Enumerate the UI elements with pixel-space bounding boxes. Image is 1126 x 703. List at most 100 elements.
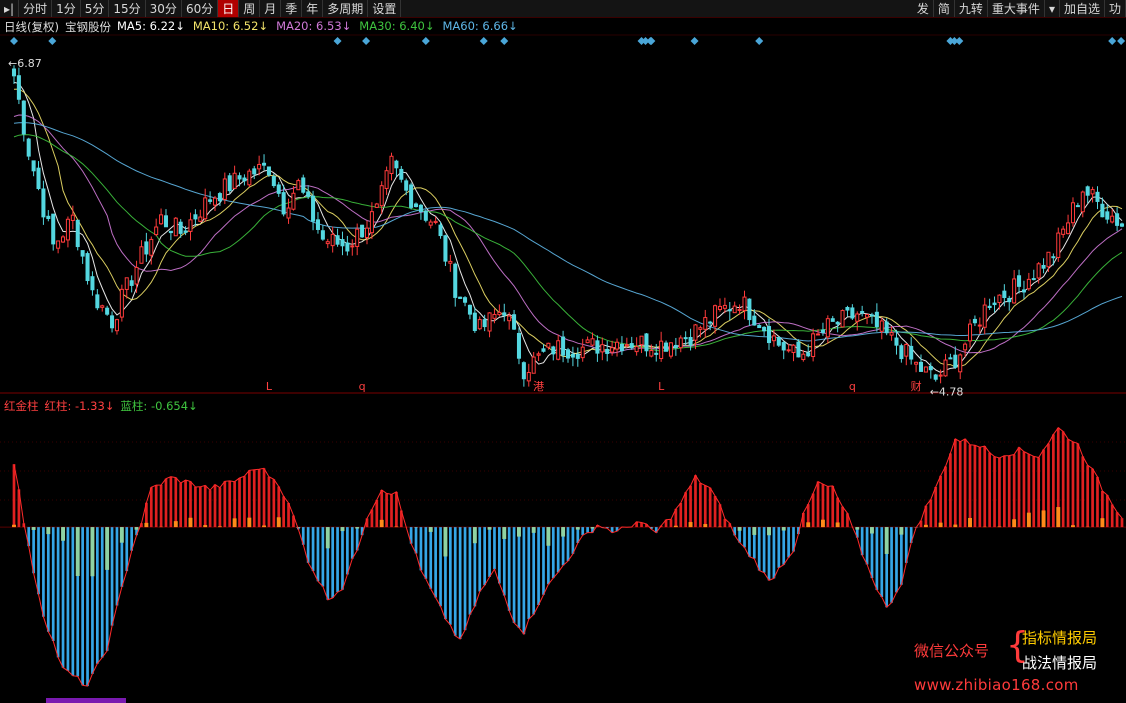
candle-body — [820, 329, 825, 334]
candle-body — [129, 280, 134, 286]
candle-body — [448, 260, 453, 264]
candle-body — [845, 306, 850, 311]
candle-body — [556, 340, 561, 360]
candle-body — [252, 168, 257, 175]
candle-body — [70, 214, 75, 221]
candle-body — [178, 221, 183, 234]
candle-body — [776, 336, 781, 346]
ma-line-30 — [13, 134, 1123, 352]
candle-body — [291, 192, 296, 210]
candle-body — [644, 333, 649, 352]
candle-body — [796, 341, 801, 358]
candle-body — [1095, 191, 1100, 202]
low-price-label: ←4.78 — [930, 385, 964, 398]
event-marker-2: 港 — [533, 380, 544, 393]
candle-body — [811, 333, 816, 358]
candle-body — [982, 304, 987, 328]
candle-body — [585, 339, 590, 344]
candle-body — [80, 250, 85, 257]
candle-body — [1012, 278, 1017, 304]
candle-body — [154, 226, 159, 236]
candle-body — [948, 357, 953, 360]
candle-body — [713, 305, 718, 327]
candle-body — [732, 305, 737, 314]
candle-body — [722, 304, 727, 309]
candle-body — [816, 333, 821, 336]
stock-chart[interactable]: ←6.87 ←4.78 L q 港 Lq 财 — [0, 0, 1126, 703]
candle-body — [801, 353, 806, 361]
candle-body — [997, 294, 1002, 303]
candle-body — [139, 246, 144, 264]
signal-diamond-12 — [755, 37, 764, 45]
candle-body — [281, 192, 286, 215]
candle-body — [953, 354, 958, 368]
candle-body — [217, 193, 222, 202]
candle-body — [507, 315, 512, 322]
candle-body — [1051, 256, 1056, 259]
candle-body — [286, 207, 291, 219]
candle-body — [360, 224, 365, 238]
candle-body — [163, 215, 169, 228]
candle-body — [781, 342, 786, 351]
signal-diamond-14 — [946, 37, 955, 45]
candle-body — [958, 354, 963, 373]
candle-body — [497, 311, 502, 316]
candle-body — [683, 337, 688, 340]
candle-body — [860, 310, 865, 314]
candle-body — [311, 195, 316, 222]
candle-body — [708, 321, 713, 324]
signal-diamond-16 — [1108, 37, 1117, 45]
candle-body — [394, 160, 399, 169]
candle-body — [364, 227, 370, 238]
candle-body — [703, 317, 708, 330]
candle-body — [203, 197, 208, 220]
candle-body — [987, 305, 992, 309]
candle-body — [433, 220, 438, 223]
candle-body — [257, 163, 262, 170]
candle-body — [31, 160, 36, 172]
candle-body — [972, 318, 977, 324]
candle-body — [159, 214, 164, 225]
scrollbar-thumb — [46, 698, 126, 703]
candle-body — [664, 342, 669, 352]
candle-body — [198, 216, 203, 222]
candle-body — [771, 335, 776, 342]
candle-body — [320, 230, 325, 240]
candle-body — [21, 100, 26, 135]
candle-body — [90, 276, 95, 291]
candle-body — [1119, 223, 1125, 227]
candle-body — [806, 352, 811, 357]
candle-body — [212, 197, 218, 206]
watermark-name-a: 指标情报局 — [1022, 629, 1098, 647]
candle-body — [119, 288, 124, 318]
candle-body — [168, 230, 173, 234]
candle-body — [100, 305, 105, 308]
candle-body — [634, 346, 639, 353]
candle-body — [512, 314, 517, 330]
candle-body — [541, 348, 546, 352]
candle-body — [649, 349, 654, 357]
candle-body — [149, 238, 154, 256]
candle-body — [786, 349, 791, 352]
candle-body — [315, 219, 320, 230]
candle-body — [443, 235, 448, 262]
candle-body — [1002, 290, 1007, 299]
candle-body — [173, 217, 178, 237]
candle-body — [619, 343, 624, 352]
candle-body — [835, 321, 840, 325]
candle-body — [933, 374, 938, 380]
candle-body — [742, 296, 747, 311]
candle-body — [242, 177, 247, 182]
candle-body — [693, 324, 698, 341]
candle-body — [1046, 251, 1051, 268]
candle-body — [247, 170, 252, 186]
candle-body — [521, 362, 526, 380]
candle-body — [428, 221, 433, 226]
signal-diamond-6 — [500, 37, 509, 45]
signal-diamond-10 — [647, 37, 656, 45]
candle-body — [1017, 275, 1022, 287]
candle-body — [423, 210, 428, 221]
candle-body — [369, 211, 374, 234]
candle-body — [61, 236, 66, 243]
candle-body — [1100, 203, 1105, 218]
